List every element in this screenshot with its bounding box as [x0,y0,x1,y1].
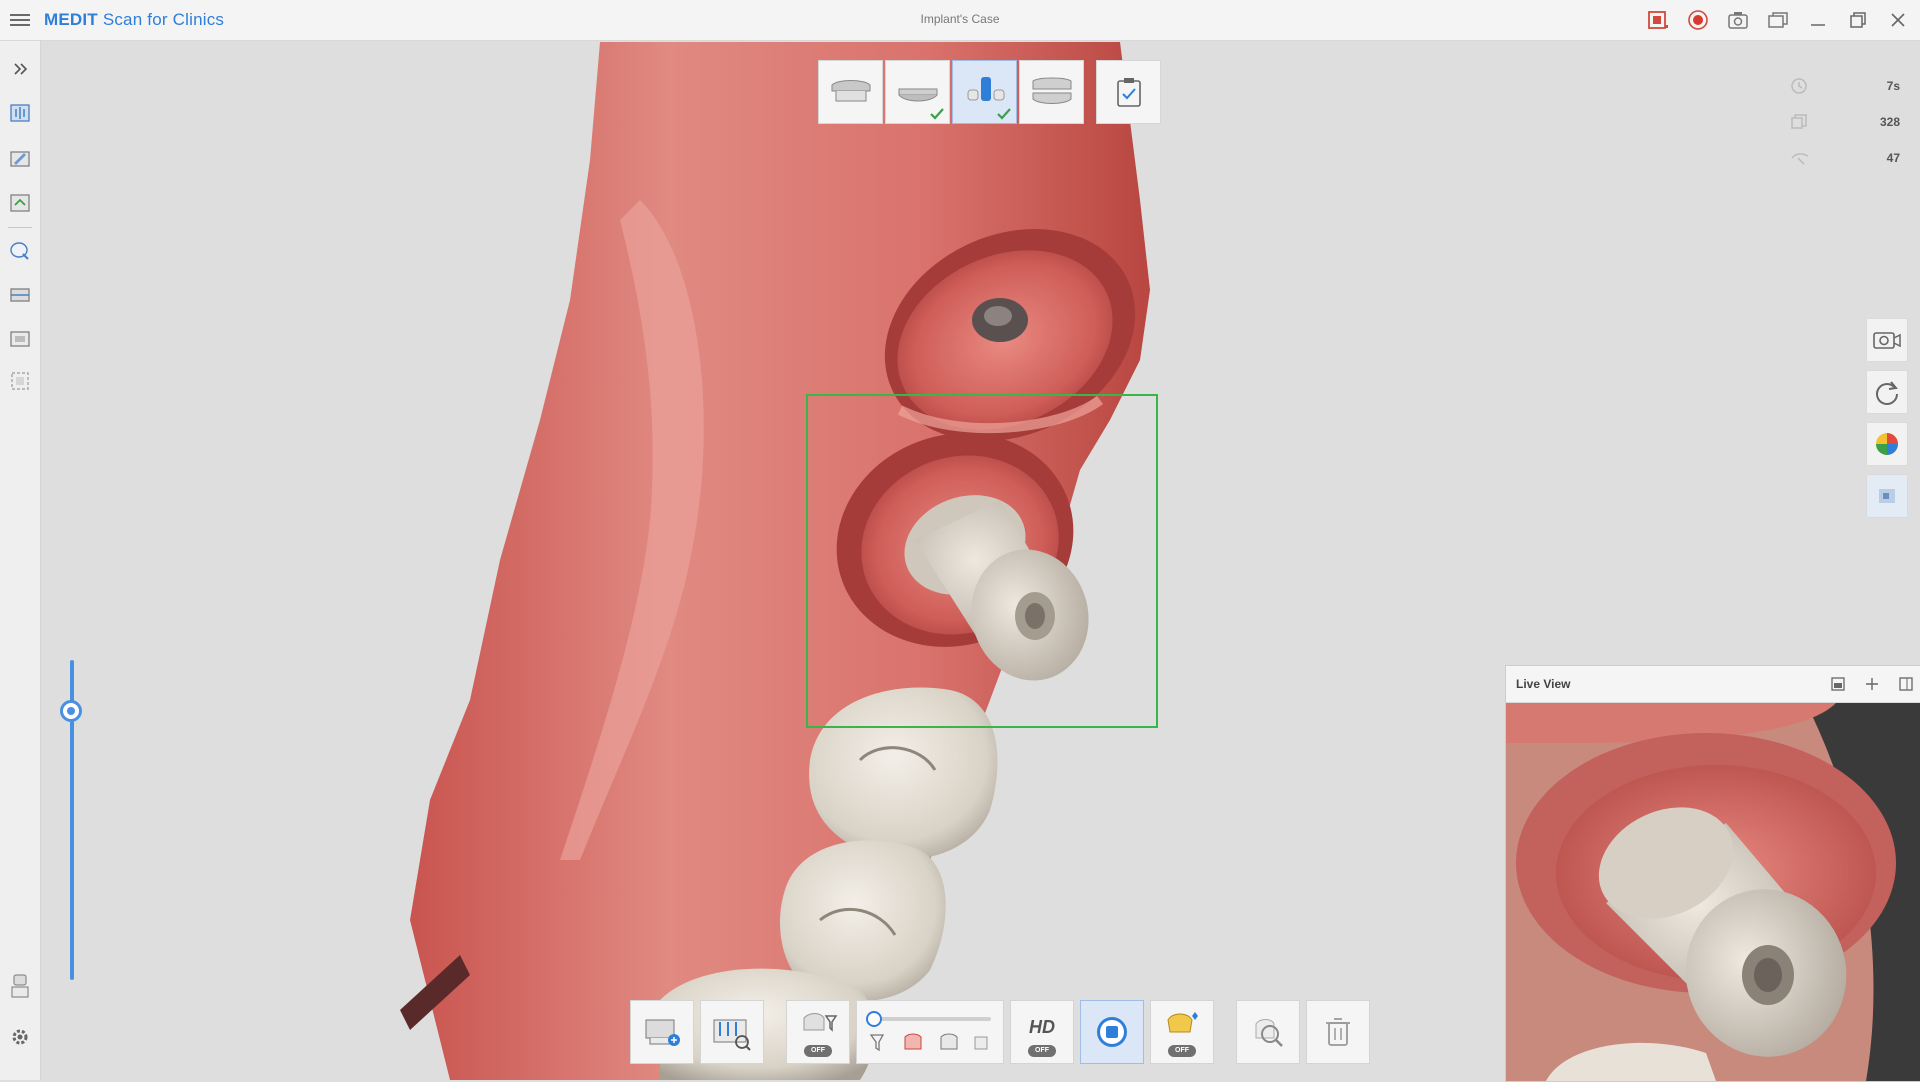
right-toolbar [1866,318,1908,518]
window-controls [1644,6,1912,34]
delete-icon[interactable] [1306,1000,1370,1064]
live-view-title: Live View [1516,677,1571,691]
ai-filter-toggle[interactable]: OFF [804,1045,832,1057]
scan-stage-tabs [818,60,1161,124]
zoom-search-icon[interactable] [1236,1000,1300,1064]
window-switch-icon[interactable] [1764,6,1792,34]
live-view-expand-icon[interactable] [1897,675,1915,693]
scan-data-icon[interactable] [6,99,34,127]
live-view-layout-icon[interactable] [1829,675,1847,693]
live-view-controls [1829,675,1915,693]
filter-level-slider[interactable] [856,1000,1004,1064]
occlusion-icon[interactable] [6,281,34,309]
bottom-toolbar: OFF HD OFF OFF [630,1000,1370,1064]
minimize-icon[interactable] [1804,6,1832,34]
depth-slider[interactable] [60,660,82,980]
camera-view-icon[interactable] [1866,318,1908,362]
tray-icon[interactable] [6,973,34,1001]
smart-color-toggle[interactable]: OFF [1168,1045,1196,1057]
stat-frames-value: 328 [1879,115,1900,129]
scan-stop-icon[interactable] [1080,1000,1144,1064]
frames-icon [1791,114,1807,129]
screen-record-icon[interactable] [1644,6,1672,34]
scan-filter-icon[interactable] [700,1000,764,1064]
screen-capture-icon[interactable] [6,325,34,353]
live-view-panel: Live View [1505,665,1920,1082]
stat-count-value: 47 [1886,151,1900,165]
case-title: Implant's Case [920,12,1000,26]
reset-view-icon[interactable] [1866,370,1908,414]
stat-time: 7s [1790,68,1900,104]
live-view-image [1506,703,1920,1081]
left-toolbar [0,41,41,1080]
maximize-icon[interactable] [1844,6,1872,34]
toolbar-divider [8,227,32,228]
expand-chevrons-icon[interactable] [6,55,34,83]
frame-select-icon[interactable] [6,367,34,395]
smart-select-icon[interactable] [6,237,34,265]
record-icon[interactable] [1684,6,1712,34]
live-view-split-icon[interactable] [1863,675,1881,693]
hd-icon[interactable]: HD OFF [1010,1000,1074,1064]
stat-time-value: 7s [1886,79,1900,93]
stage-check-icon [930,108,944,120]
hand-icon [1791,153,1809,165]
stage-tab-occlusion[interactable] [1019,60,1084,124]
edit-data-icon[interactable] [6,145,34,173]
hd-toggle[interactable]: OFF [1028,1045,1056,1057]
finish-scan-button[interactable] [1096,60,1161,124]
clock-icon [1791,78,1807,94]
live-view-header: Live View [1506,666,1920,703]
filter-slider-track[interactable] [865,1011,995,1027]
smart-color-icon[interactable]: OFF [1150,1000,1214,1064]
stage-check-icon [997,108,1011,120]
title-bar: MEDIT Scan for Clinics Implant's Case [0,0,1920,41]
close-icon[interactable] [1884,6,1912,34]
settings-gear-icon[interactable] [6,1023,34,1051]
filter-level-icons [869,1033,988,1052]
screenshot-icon[interactable] [1724,6,1752,34]
stage-tab-mandible[interactable] [885,60,950,124]
data-display-icon[interactable] [630,1000,694,1064]
hd-label: HD [1029,1016,1055,1037]
depth-slider-knob[interactable] [60,700,82,722]
stage-tab-maxilla[interactable] [818,60,883,124]
texture-toggle-icon[interactable] [1866,474,1908,518]
ai-filter-icon[interactable]: OFF [786,1000,850,1064]
selection-box [806,394,1158,728]
reliability-map-icon[interactable] [1866,422,1908,466]
clipboard-check-icon [1116,78,1141,107]
stat-count: 47 [1790,140,1900,176]
stage-tab-scan-body[interactable] [952,60,1017,124]
scan-stats: 7s 328 47 [1790,68,1900,176]
stat-frames: 328 [1790,104,1900,140]
align-data-icon[interactable] [6,189,34,217]
